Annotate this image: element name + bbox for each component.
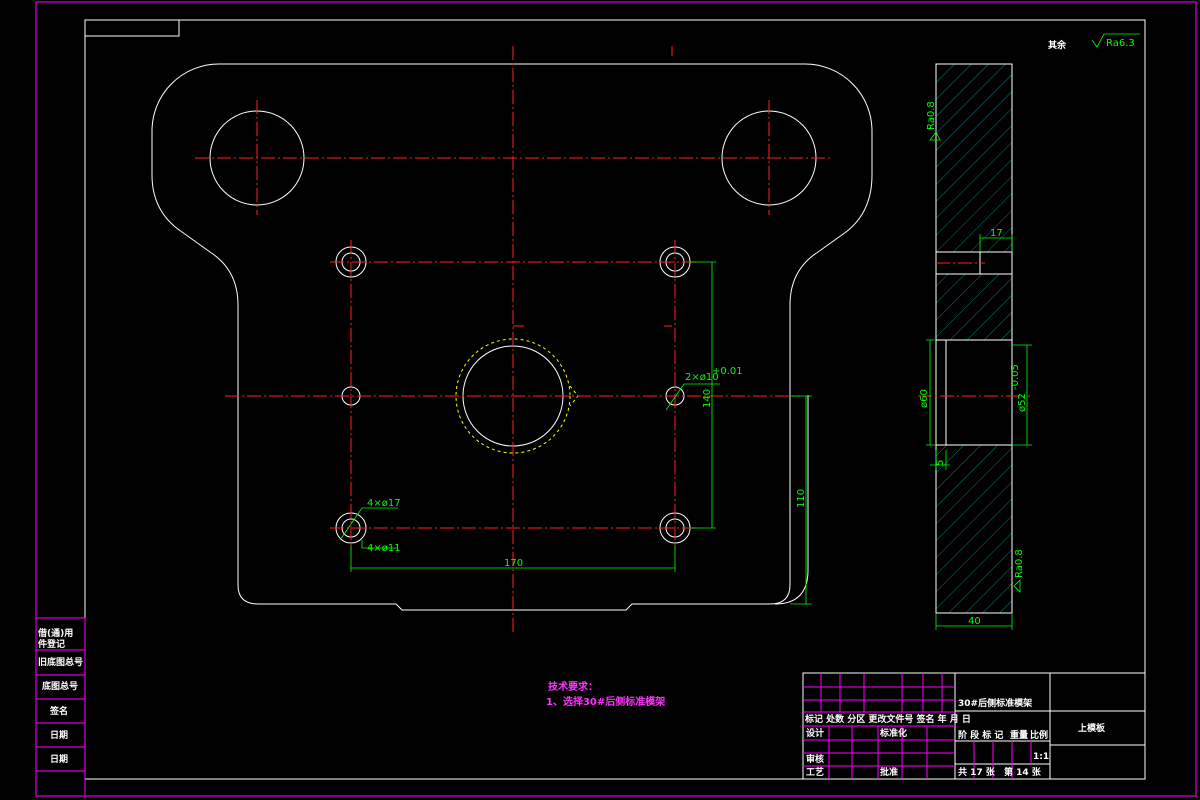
cad-drawing: 借(通)用 件登记 旧底图总号 底图总号 签名 日期 日期 2×ø10 +0.0…: [35, 1, 1197, 797]
dim-hole-fit-tol: +0.01: [712, 366, 743, 377]
dim-through-hole: 4×ø11: [367, 543, 401, 554]
side-label-strip: 借(通)用 件登记 旧底图总号 底图总号 签名 日期 日期: [35, 617, 86, 797]
dim-170: 170: [504, 558, 523, 569]
side-label-3: 底图总号: [42, 680, 78, 692]
label-stage: 阶 段 标 记: [958, 729, 1003, 741]
dim-140: 140: [702, 389, 713, 408]
side-label-0: 借(通)用: [37, 627, 73, 639]
dim-side-52-tol: -0.05: [1010, 364, 1021, 390]
dim-110: 110: [796, 489, 807, 508]
side-section: [918, 63, 1032, 630]
side-label-6: 日期: [50, 753, 68, 765]
part-name: 上模板: [1078, 722, 1106, 734]
label-review: 审核: [806, 753, 824, 765]
side-label-5: 日期: [50, 729, 68, 741]
dim-side-17: 17: [990, 228, 1003, 239]
dim-side-60: ø60: [919, 389, 930, 408]
side-label-4: 签名: [49, 705, 68, 717]
corner-box: [84, 19, 180, 37]
label-process: 工艺: [806, 766, 824, 778]
sheet-number: 第 14 张: [1004, 766, 1042, 778]
sheet-total: 共 17 张: [958, 766, 996, 778]
dimension-lines: [339, 261, 812, 605]
ra-bottom: Ra0.8: [1014, 549, 1025, 578]
roughness-general-value: Ra6.3: [1106, 38, 1135, 49]
center-lines: [195, 46, 830, 632]
dim-side-52: ø52: [1017, 393, 1028, 412]
label-standardize: 标准化: [879, 727, 907, 739]
label-scale: 比例: [1030, 729, 1048, 741]
roughness-general-label: 其余: [1048, 39, 1067, 51]
side-label-1: 件登记: [38, 638, 65, 650]
mold-name: 30#后侧标准模架: [958, 697, 1032, 709]
label-weight: 重量: [1010, 729, 1028, 741]
label-approve: 批准: [880, 766, 898, 778]
ra-top: Ra0.8: [926, 101, 937, 130]
dim-side-5: 5: [935, 460, 946, 466]
label-design: 设计: [806, 727, 824, 739]
dim-side-40: 40: [968, 616, 981, 627]
side-label-2: 旧底图总号: [38, 656, 83, 668]
scale-value: 1:1: [1033, 752, 1049, 762]
tech-req-line1: 1、选择30#后侧标准模架: [546, 695, 665, 708]
dim-counterbore: 4×ø17: [367, 498, 401, 509]
tech-req-title: 技术要求：: [548, 680, 598, 693]
rev-headers: 标记 处数 分区 更改文件号 签名 年 月 日: [804, 713, 971, 725]
